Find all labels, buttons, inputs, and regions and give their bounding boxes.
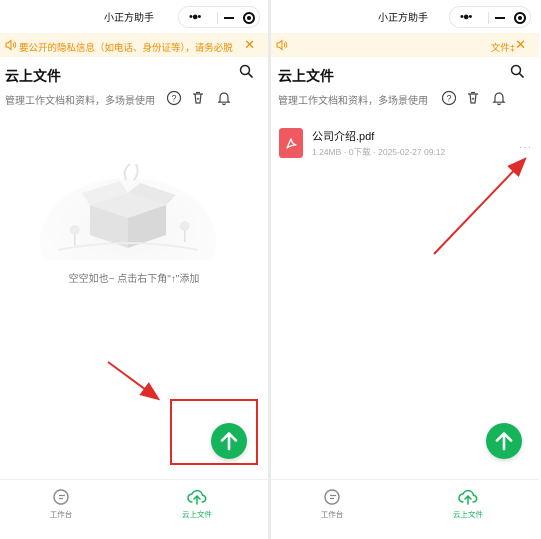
annotation-arrow-to-upload [107,361,161,401]
annotation-arrows [107,157,527,401]
screenshot-composite: 小正方助手 •●• 要公开的隐私信息（如电话、身份证等），请务必脱 ✕ 云上文件… [0,0,541,539]
annotation-arrow-to-more [433,157,527,255]
